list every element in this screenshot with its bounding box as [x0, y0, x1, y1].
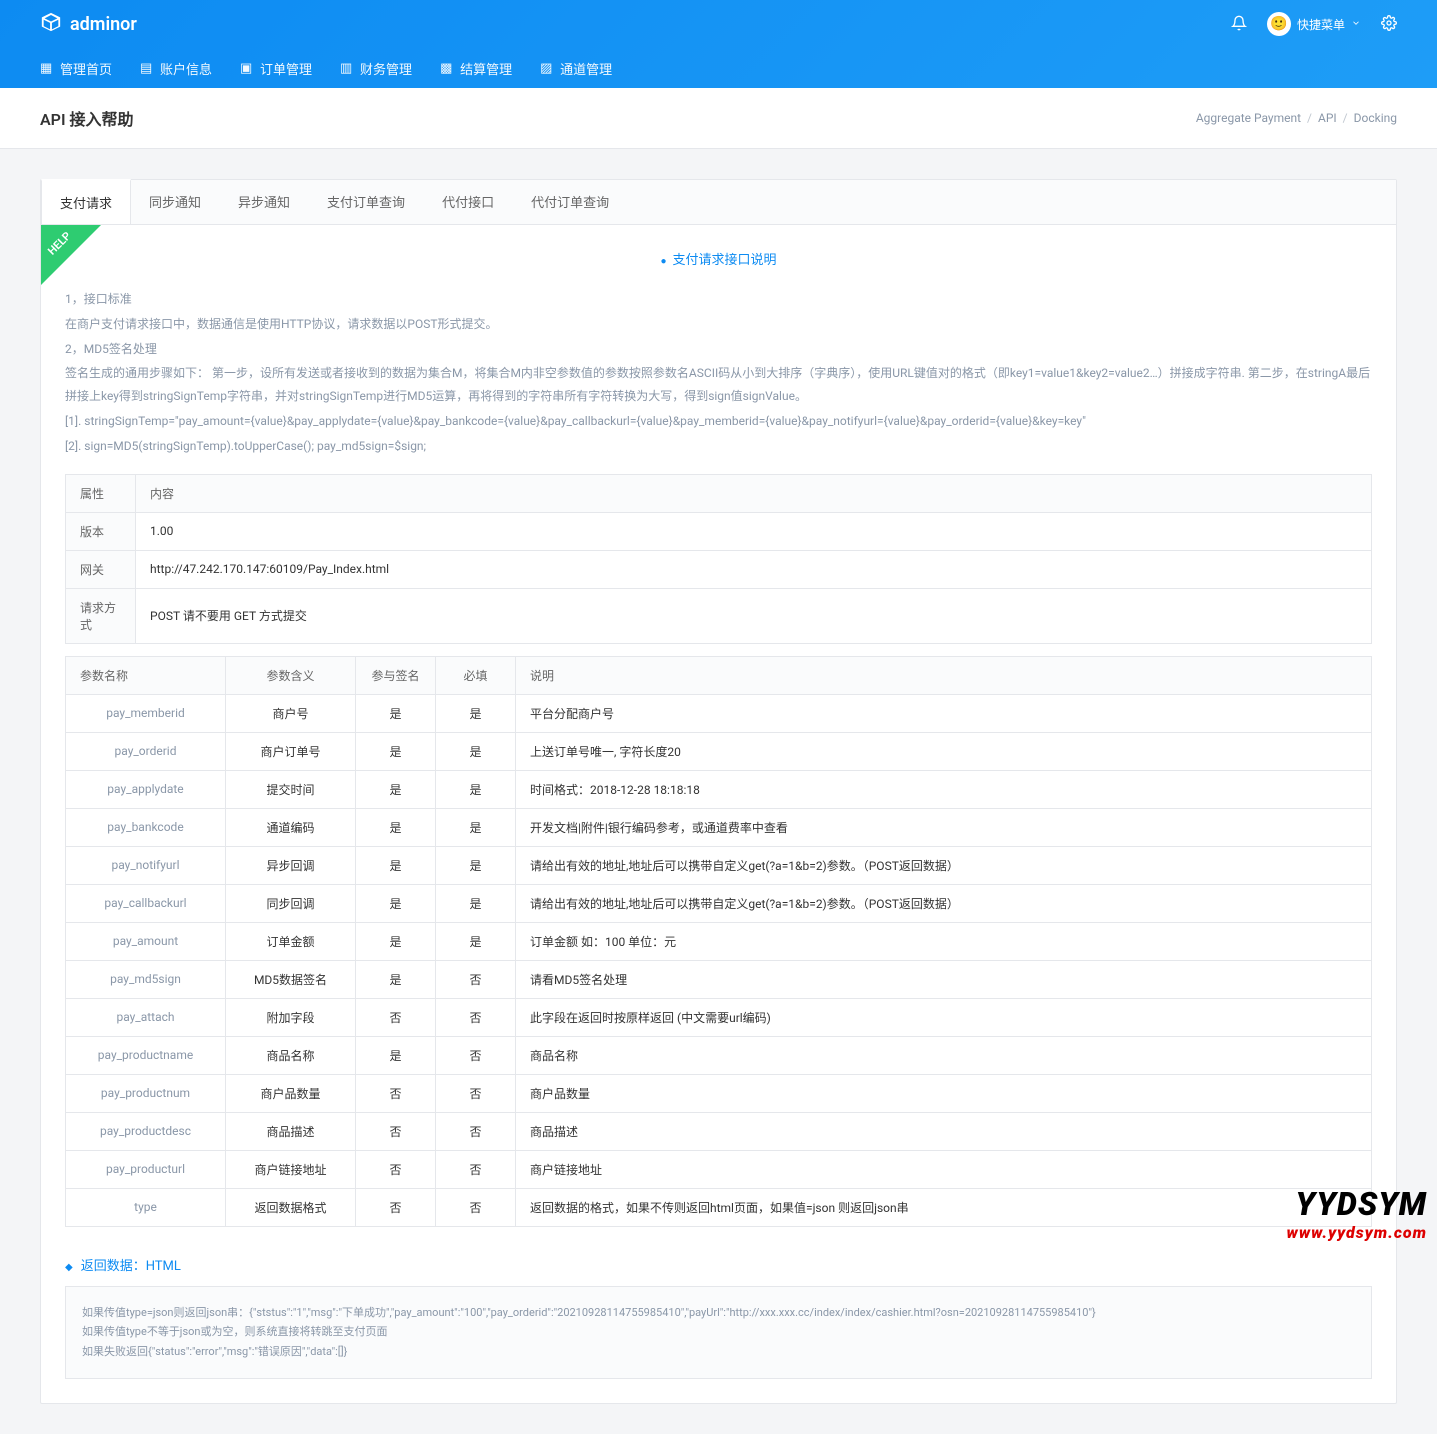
nav-icon: ▦ — [40, 61, 54, 75]
nav-label: 财务管理 — [360, 59, 412, 78]
table-row: pay_orderid商户订单号是是上送订单号唯一, 字符长度20 — [66, 732, 1372, 770]
nav-label: 通道管理 — [560, 59, 612, 78]
info-text: 1，接口标准 在商户支付请求接口中，数据通信是使用HTTP协议，请求数据以POS… — [65, 288, 1372, 458]
user-name: 快捷菜单 — [1297, 16, 1345, 33]
table-row: pay_amount订单金额是是订单金额 如：100 单位：元 — [66, 922, 1372, 960]
watermark: YYDSYM www.yydsym.com — [1287, 1185, 1427, 1242]
return-title: 返回数据：HTML — [65, 1255, 1372, 1274]
avatar: 🙂 — [1267, 12, 1291, 36]
nav-item-4[interactable]: ▩ 结算管理 — [440, 59, 512, 78]
nav-label: 账户信息 — [160, 59, 212, 78]
crumb-1[interactable]: Aggregate Payment — [1196, 111, 1301, 125]
chevron-down-icon — [1351, 17, 1361, 31]
tab-0[interactable]: 支付请求 — [41, 179, 131, 224]
nav-label: 结算管理 — [460, 59, 512, 78]
main-nav: ▦ 管理首页 ▤ 账户信息 ▣ 订单管理 ▥ 财务管理 ▩ 结算管理 ▨ 通道管理 — [0, 48, 1437, 88]
page-header: API 接入帮助 Aggregate Payment/API/Docking — [0, 88, 1437, 149]
crumb-3[interactable]: Docking — [1354, 111, 1397, 125]
nav-item-5[interactable]: ▨ 通道管理 — [540, 59, 612, 78]
nav-icon: ▣ — [240, 61, 254, 75]
nav-item-2[interactable]: ▣ 订单管理 — [240, 59, 312, 78]
table-row: pay_productnum商户品数量否否商户品数量 — [66, 1074, 1372, 1112]
tab-5[interactable]: 代付订单查询 — [513, 180, 628, 224]
table-row: pay_productdesc商品描述否否商品描述 — [66, 1112, 1372, 1150]
table-row: pay_attach附加字段否否此字段在返回时按原样返回 (中文需要url编码) — [66, 998, 1372, 1036]
table-row: pay_callbackurl同步回调是是请给出有效的地址,地址后可以携带自定义… — [66, 884, 1372, 922]
tab-bar: 支付请求同步通知异步通知支付订单查询代付接口代付订单查询 — [41, 180, 1396, 225]
tab-3[interactable]: 支付订单查询 — [309, 180, 424, 224]
nav-icon: ▤ — [140, 61, 154, 75]
nav-icon: ▥ — [340, 61, 354, 75]
table-row: pay_notifyurl异步回调是是请给出有效的地址,地址后可以携带自定义ge… — [66, 846, 1372, 884]
return-code: 如果传值type=json则返回json串：{"ststus":"1","msg… — [65, 1286, 1372, 1379]
gateway-value: http://47.242.170.147:60109/Pay_Index.ht… — [136, 550, 1372, 588]
meta-table: 属性内容 版本1.00 网关http://47.242.170.147:6010… — [65, 474, 1372, 644]
bell-icon[interactable] — [1231, 15, 1247, 34]
version-value: 1.00 — [136, 512, 1372, 550]
table-row: pay_bankcode通道编码是是开发文档|附件|银行编码参考，或通道费率中查… — [66, 808, 1372, 846]
tab-4[interactable]: 代付接口 — [424, 180, 513, 224]
brand-name: adminor — [70, 14, 137, 35]
section-title: 支付请求接口说明 — [65, 249, 1372, 268]
table-row: pay_productname商品名称是否商品名称 — [66, 1036, 1372, 1074]
nav-label: 管理首页 — [60, 59, 112, 78]
nav-label: 订单管理 — [260, 59, 312, 78]
logo-icon — [40, 11, 62, 38]
tab-2[interactable]: 异步通知 — [220, 180, 309, 224]
logo[interactable]: adminor — [40, 11, 137, 38]
table-row: pay_memberid商户号是是平台分配商户号 — [66, 694, 1372, 732]
breadcrumb: Aggregate Payment/API/Docking — [1196, 111, 1397, 125]
gear-icon[interactable] — [1381, 15, 1397, 34]
app-header: adminor 🙂 快捷菜单 ▦ 管理首页 ▤ 账户信息 ▣ 订单管理 ▥ 财务管理 ▩ 结算管理… — [0, 0, 1437, 88]
table-row: pay_md5signMD5数据签名是否请看MD5签名处理 — [66, 960, 1372, 998]
nav-icon: ▩ — [440, 61, 454, 75]
param-table: 参数名称 参数含义 参与签名 必填 说明 pay_memberid商户号是是平台… — [65, 656, 1372, 1227]
user-menu[interactable]: 🙂 快捷菜单 — [1267, 12, 1361, 36]
nav-icon: ▨ — [540, 61, 554, 75]
nav-item-0[interactable]: ▦ 管理首页 — [40, 59, 112, 78]
nav-item-1[interactable]: ▤ 账户信息 — [140, 59, 212, 78]
table-row: pay_producturl商户链接地址否否商户链接地址 — [66, 1150, 1372, 1188]
main-panel: 支付请求同步通知异步通知支付订单查询代付接口代付订单查询 HELP 支付请求接口… — [40, 179, 1397, 1404]
method-value: POST 请不要用 GET 方式提交 — [136, 588, 1372, 643]
nav-item-3[interactable]: ▥ 财务管理 — [340, 59, 412, 78]
table-row: type返回数据格式否否返回数据的格式，如果不传则返回html页面，如果值=js… — [66, 1188, 1372, 1226]
crumb-2[interactable]: API — [1318, 111, 1337, 125]
tab-1[interactable]: 同步通知 — [131, 180, 220, 224]
page-title: API 接入帮助 — [40, 106, 134, 130]
table-row: pay_applydate提交时间是是时间格式：2018-12-28 18:18… — [66, 770, 1372, 808]
help-ribbon — [41, 225, 101, 285]
